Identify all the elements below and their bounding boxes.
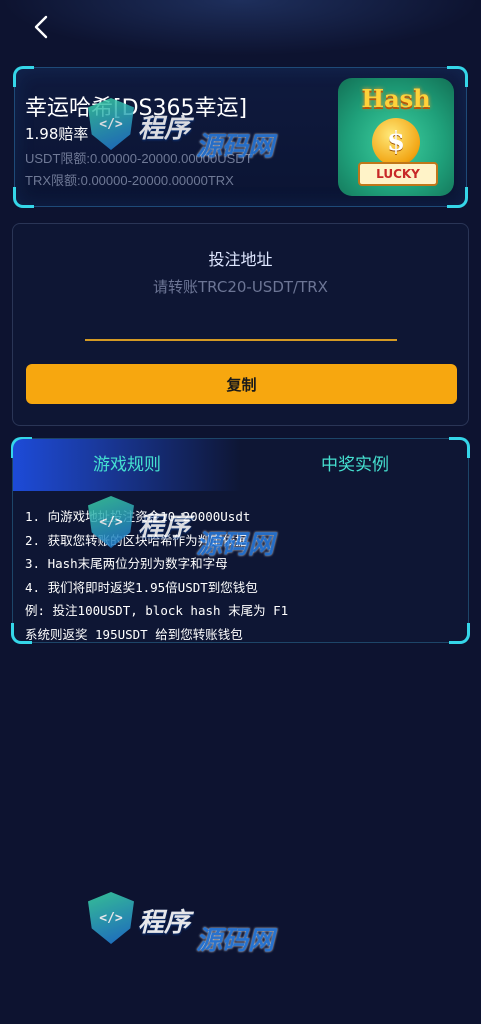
watermark-shield-icon: </> (88, 496, 134, 548)
watermark-shield-icon: </> (88, 892, 134, 944)
bet-address-title: 投注地址 (208, 250, 273, 269)
back-button[interactable] (26, 12, 56, 42)
watermark: </> 程序 源码网 (88, 92, 288, 172)
watermark-text-primary: 程序 (138, 908, 191, 938)
rule-line: 例: 投注100USDT, block hash 末尾为 F1 (25, 603, 289, 618)
tab-game-rules[interactable]: 游戏规则 (13, 439, 241, 491)
rule-line: 4. 我们将即时返奖1.95倍USDT到您钱包 (25, 579, 258, 595)
game-odds: 1.98赔率 (25, 125, 89, 143)
watermark-shield-icon: </> (88, 98, 134, 150)
watermark-text-primary: 程序 (138, 114, 191, 144)
thumb-lucky-banner: LUCKY (358, 162, 438, 186)
coin-icon: $ (372, 118, 420, 166)
bet-address-card: 投注地址 请转账TRC20-USDT/TRX 复制 (12, 223, 469, 426)
tab-winning-examples[interactable]: 中奖实例 (241, 439, 469, 491)
watermark: </> 程序 源码网 (88, 886, 288, 966)
watermark-text-secondary: 源码网 (196, 132, 275, 162)
watermark-text-primary: 程序 (138, 512, 191, 542)
watermark-text-secondary: 源码网 (196, 530, 275, 560)
top-bar (0, 0, 481, 56)
chevron-left-icon (34, 15, 48, 39)
watermark: </> 程序 源码网 (88, 490, 288, 570)
card-corner (13, 66, 34, 87)
game-thumbnail: Hash $ LUCKY (338, 78, 454, 196)
address-underline (85, 339, 397, 341)
card-corner (13, 187, 34, 208)
watermark-text-secondary: 源码网 (196, 926, 275, 956)
bet-address-hint: 请转账TRC20-USDT/TRX (153, 278, 328, 296)
thumb-hash-logo: Hash (361, 84, 431, 113)
copy-button[interactable]: 复制 (26, 364, 457, 404)
trx-limit: TRX限额:0.00000-20000.00000TRX (25, 173, 234, 188)
rule-line: 系统则返奖 195USDT 给到您转账钱包 (25, 626, 243, 642)
